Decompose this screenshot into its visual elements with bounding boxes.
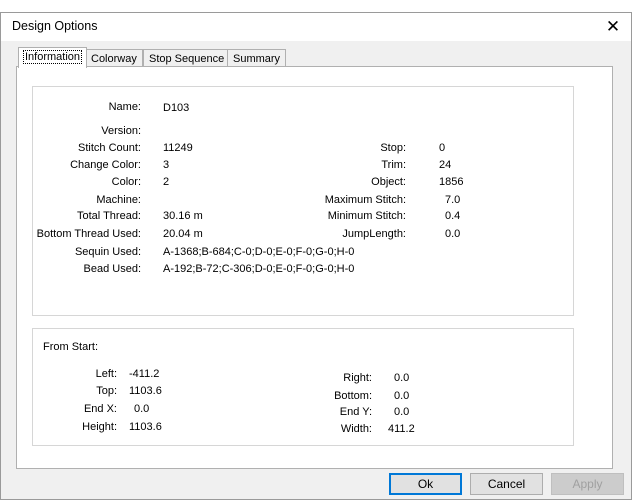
tab-information[interactable]: Information [18,47,88,68]
jump-length-label: JumpLength: [342,228,406,240]
height-label: Height: [82,421,117,433]
stitch-count-value: 11249 [163,142,193,154]
trim-label: Trim: [381,159,406,171]
cancel-button[interactable]: Cancel [470,473,543,495]
bead-used-value: A-192;B-72;C-306;D-0;E-0;F-0;G-0;H-0 [163,263,355,275]
end-x-label: End X: [83,403,117,415]
bottom-value: 0.0 [394,390,410,402]
machine-label: Machine: [96,194,141,206]
tab-stop-sequence[interactable]: Stop Sequence [143,49,231,67]
width-label: Width: [340,423,372,435]
top-value: 1103.6 [129,385,162,397]
design-info-group: Name: D103 Version: Stitch Count: 11249 … [32,86,574,316]
color-value: 2 [163,176,170,188]
tab-summary-label: Summary [233,53,281,65]
tab-information-label: Information [22,50,83,64]
left-label: Left: [95,368,117,380]
left-value: -411.2 [129,368,160,380]
total-thread-value: 30.16 m [163,210,203,222]
design-options-dialog: Design Options ✕ Information Colorway St… [0,12,632,500]
window-title: Design Options [12,19,98,33]
top-label: Top: [96,385,117,397]
end-x-value: 0.0 [134,403,150,415]
min-stitch-label: Minimum Stitch: [327,210,406,222]
title-bar: Design Options ✕ [1,13,631,41]
max-stitch-value: 7.0 [445,194,461,206]
bottom-label: Bottom: [334,390,372,402]
end-y-label: End Y: [339,406,372,418]
width-value: 411.2 [388,423,415,435]
tab-colorway-label: Colorway [91,53,137,65]
from-start-heading: From Start: [43,341,99,353]
end-y-value: 0.0 [394,406,410,418]
max-stitch-label: Maximum Stitch: [324,194,406,206]
right-label: Right: [343,372,372,384]
change-color-value: 3 [163,159,170,171]
apply-button[interactable]: Apply [551,473,624,495]
min-stitch-value: 0.4 [445,210,461,222]
name-value: D103 [163,102,190,114]
tab-stop-sequence-label: Stop Sequence [149,53,225,65]
bead-used-label: Bead Used: [83,263,141,275]
stop-value: 0 [439,142,446,154]
tab-colorway[interactable]: Colorway [85,49,143,67]
object-value: 1856 [439,176,464,188]
jump-length-value: 0.0 [445,228,461,240]
trim-value: 24 [439,159,452,171]
height-value: 1103.6 [129,421,162,433]
right-value: 0.0 [394,372,410,384]
version-label: Version: [101,125,141,137]
information-panel: Name: D103 Version: Stitch Count: 11249 … [16,66,613,469]
close-icon[interactable]: ✕ [603,17,623,37]
color-label: Color: [111,176,141,188]
total-thread-label: Total Thread: [76,210,141,222]
object-label: Object: [371,176,406,188]
sequin-used-value: A-1368;B-684;C-0;D-0;E-0;F-0;G-0;H-0 [163,246,355,258]
bottom-thread-label: Bottom Thread Used: [36,228,141,240]
stop-label: Stop: [380,142,406,154]
ok-button[interactable]: Ok [389,473,462,495]
stitch-count-label: Stitch Count: [78,142,141,154]
tab-summary[interactable]: Summary [227,49,287,67]
sequin-used-label: Sequin Used: [74,246,141,258]
from-start-group: From Start: Left: -411.2 Top: 1103.6 End… [32,328,574,446]
bottom-thread-value: 20.04 m [163,228,203,240]
change-color-label: Change Color: [70,159,141,171]
name-label: Name: [108,101,141,113]
